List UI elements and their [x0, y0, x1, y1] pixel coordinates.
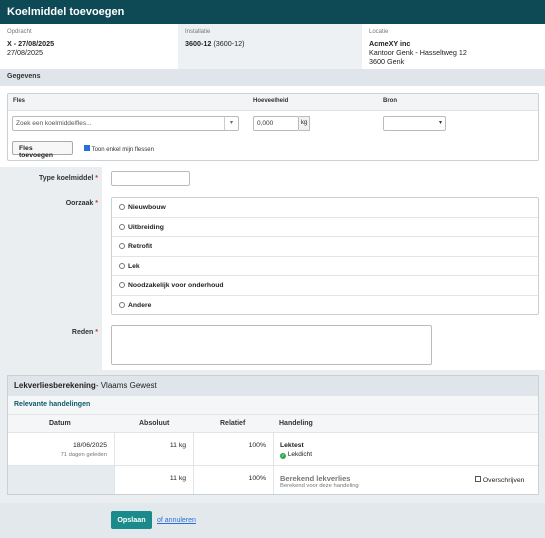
gegevens-header: Gegevens [0, 69, 545, 86]
form-label-column [0, 167, 102, 370]
bron-column-label: Bron [383, 98, 397, 104]
oorzaak-label-text: Oorzaak [65, 200, 94, 207]
opdracht-info: Opdracht X - 27/08/2025 27/08/2025 [0, 24, 178, 69]
row2-handeling: Berekend lekverlies [280, 474, 351, 483]
oorzaak-option[interactable]: Lek [112, 257, 538, 277]
lek-table-header: Datum Absoluut Relatief Handeling [8, 415, 538, 433]
save-button[interactable]: Opslaan [111, 511, 152, 529]
radio-button[interactable] [119, 302, 125, 308]
only-mine-label: Toon enkel mijn flessen [91, 147, 154, 153]
row2-absoluut: 11 kg [169, 475, 186, 482]
lek-title: Lekverliesberekening [14, 381, 96, 390]
installatie-value: 3600-12 [185, 39, 212, 48]
handeling-header: Handeling [279, 420, 313, 427]
row1-absoluut: 11 kg [169, 442, 186, 449]
oorzaak-option[interactable]: Uitbreiding [112, 218, 538, 238]
override-label: Overschrijven [482, 477, 525, 484]
hoeveelheid-column-label: Hoeveelheid [253, 98, 289, 104]
page-title: Koelmiddel toevoegen [0, 0, 545, 24]
reden-label-text: Reden [71, 329, 94, 336]
oorzaak-option[interactable]: Noodzakelijk voor onderhoud [112, 276, 538, 296]
chevron-down-icon[interactable]: ▾ [224, 117, 238, 130]
oorzaak-option-label: Lek [128, 262, 140, 270]
oorzaak-option-label: Uitbreiding [128, 223, 164, 231]
opdracht-value: X - 27/08/2025 [7, 39, 55, 48]
row1-datum: 18/06/2025 [72, 442, 107, 449]
bron-select[interactable]: ▾ [383, 116, 446, 131]
oorzaak-option[interactable]: Nieuwbouw [112, 198, 538, 218]
absoluut-header: Absoluut [139, 420, 170, 427]
required-mark: * [95, 329, 98, 336]
type-label-text: Type koelmiddel [38, 175, 94, 182]
check-circle-icon: ✓ [280, 453, 286, 459]
type-koelmiddel-label: Type koelmiddel * [0, 175, 98, 182]
column-divider [114, 433, 115, 494]
quantity-input[interactable]: 0,000 [253, 116, 299, 131]
override-checkbox[interactable] [475, 476, 481, 482]
locatie-info: Locatie AcmeXY inc Kantoor Genk - Hassel… [362, 24, 545, 69]
only-mine-toggle[interactable]: Toon enkel mijn flessen [84, 145, 154, 154]
row1-relatief: 100% [248, 442, 266, 449]
fles-search-placeholder: Zoek een koelmiddelfles... [16, 120, 92, 127]
override-toggle[interactable]: Overschrijven [475, 476, 524, 484]
opdracht-date: 27/08/2025 [7, 48, 43, 57]
quantity-unit: kg [299, 116, 310, 131]
required-mark: * [95, 175, 98, 182]
fles-search-input[interactable]: Zoek een koelmiddelfles... ▾ [12, 116, 239, 131]
lek-region: - Vlaams Gewest [95, 381, 157, 390]
reden-label: Reden * [0, 329, 98, 336]
row2-note: Berekend voor deze handeling [280, 483, 359, 489]
row2-relatief: 100% [248, 475, 266, 482]
only-mine-checkbox[interactable] [84, 145, 90, 151]
oorzaak-option-label: Retrofit [128, 243, 153, 251]
datum-header: Datum [49, 420, 71, 427]
radio-button[interactable] [119, 204, 125, 210]
oorzaak-option[interactable]: Andere [112, 296, 538, 316]
locatie-city: 3600 Genk [369, 57, 405, 66]
installatie-label: Installatie [185, 29, 211, 35]
locatie-label: Locatie [369, 29, 389, 35]
chevron-down-icon: ▾ [438, 120, 442, 126]
info-strip: Opdracht X - 27/08/2025 27/08/2025 Insta… [0, 24, 545, 69]
locatie-address: Kantoor Genk - Hasseltweg 12 [369, 48, 467, 57]
fles-column-label: Fles [13, 98, 26, 104]
oorzaak-option[interactable]: Retrofit [112, 237, 538, 257]
radio-button[interactable] [119, 223, 125, 230]
required-mark: * [95, 200, 98, 207]
table-row-blank-cell [8, 466, 114, 494]
relatief-header: Relatief [220, 420, 246, 427]
footer-bar [0, 503, 545, 538]
cancel-link[interactable]: of annuleren [157, 517, 196, 524]
radio-button[interactable] [119, 282, 125, 289]
row1-handeling: Lektest [280, 442, 304, 449]
row1-status-text: Lekdicht [287, 451, 313, 458]
installatie-code: (3600-12) [213, 39, 245, 48]
lek-subtitle: Relevante handelingen [8, 396, 538, 415]
oorzaak-option-label: Andere [128, 302, 152, 309]
locatie-name: AcmeXY inc [369, 39, 411, 48]
row1-ago: 71 dagen geleden [60, 452, 107, 458]
lek-header: Lekverliesberekening- Vlaams Gewest [8, 376, 538, 396]
oorzaak-option-label: Noodzakelijk voor onderhoud [128, 282, 224, 290]
type-koelmiddel-input[interactable] [111, 171, 190, 186]
radio-button[interactable] [119, 262, 125, 269]
column-divider [193, 433, 194, 494]
row1-status: ✓ Lekdicht [280, 451, 312, 459]
radio-button[interactable] [119, 243, 125, 250]
oorzaak-radio-group: Nieuwbouw Uitbreiding Retrofit Lek Noodz… [111, 197, 539, 315]
reden-textarea[interactable] [111, 325, 432, 365]
opdracht-label: Opdracht [7, 29, 32, 35]
column-divider [273, 433, 274, 494]
oorzaak-label: Oorzaak * [0, 200, 98, 207]
installatie-info: Installatie 3600-12 (3600-12) [178, 24, 362, 69]
add-fles-button[interactable]: Fles toevoegen [12, 141, 73, 159]
oorzaak-option-label: Nieuwbouw [128, 204, 166, 211]
